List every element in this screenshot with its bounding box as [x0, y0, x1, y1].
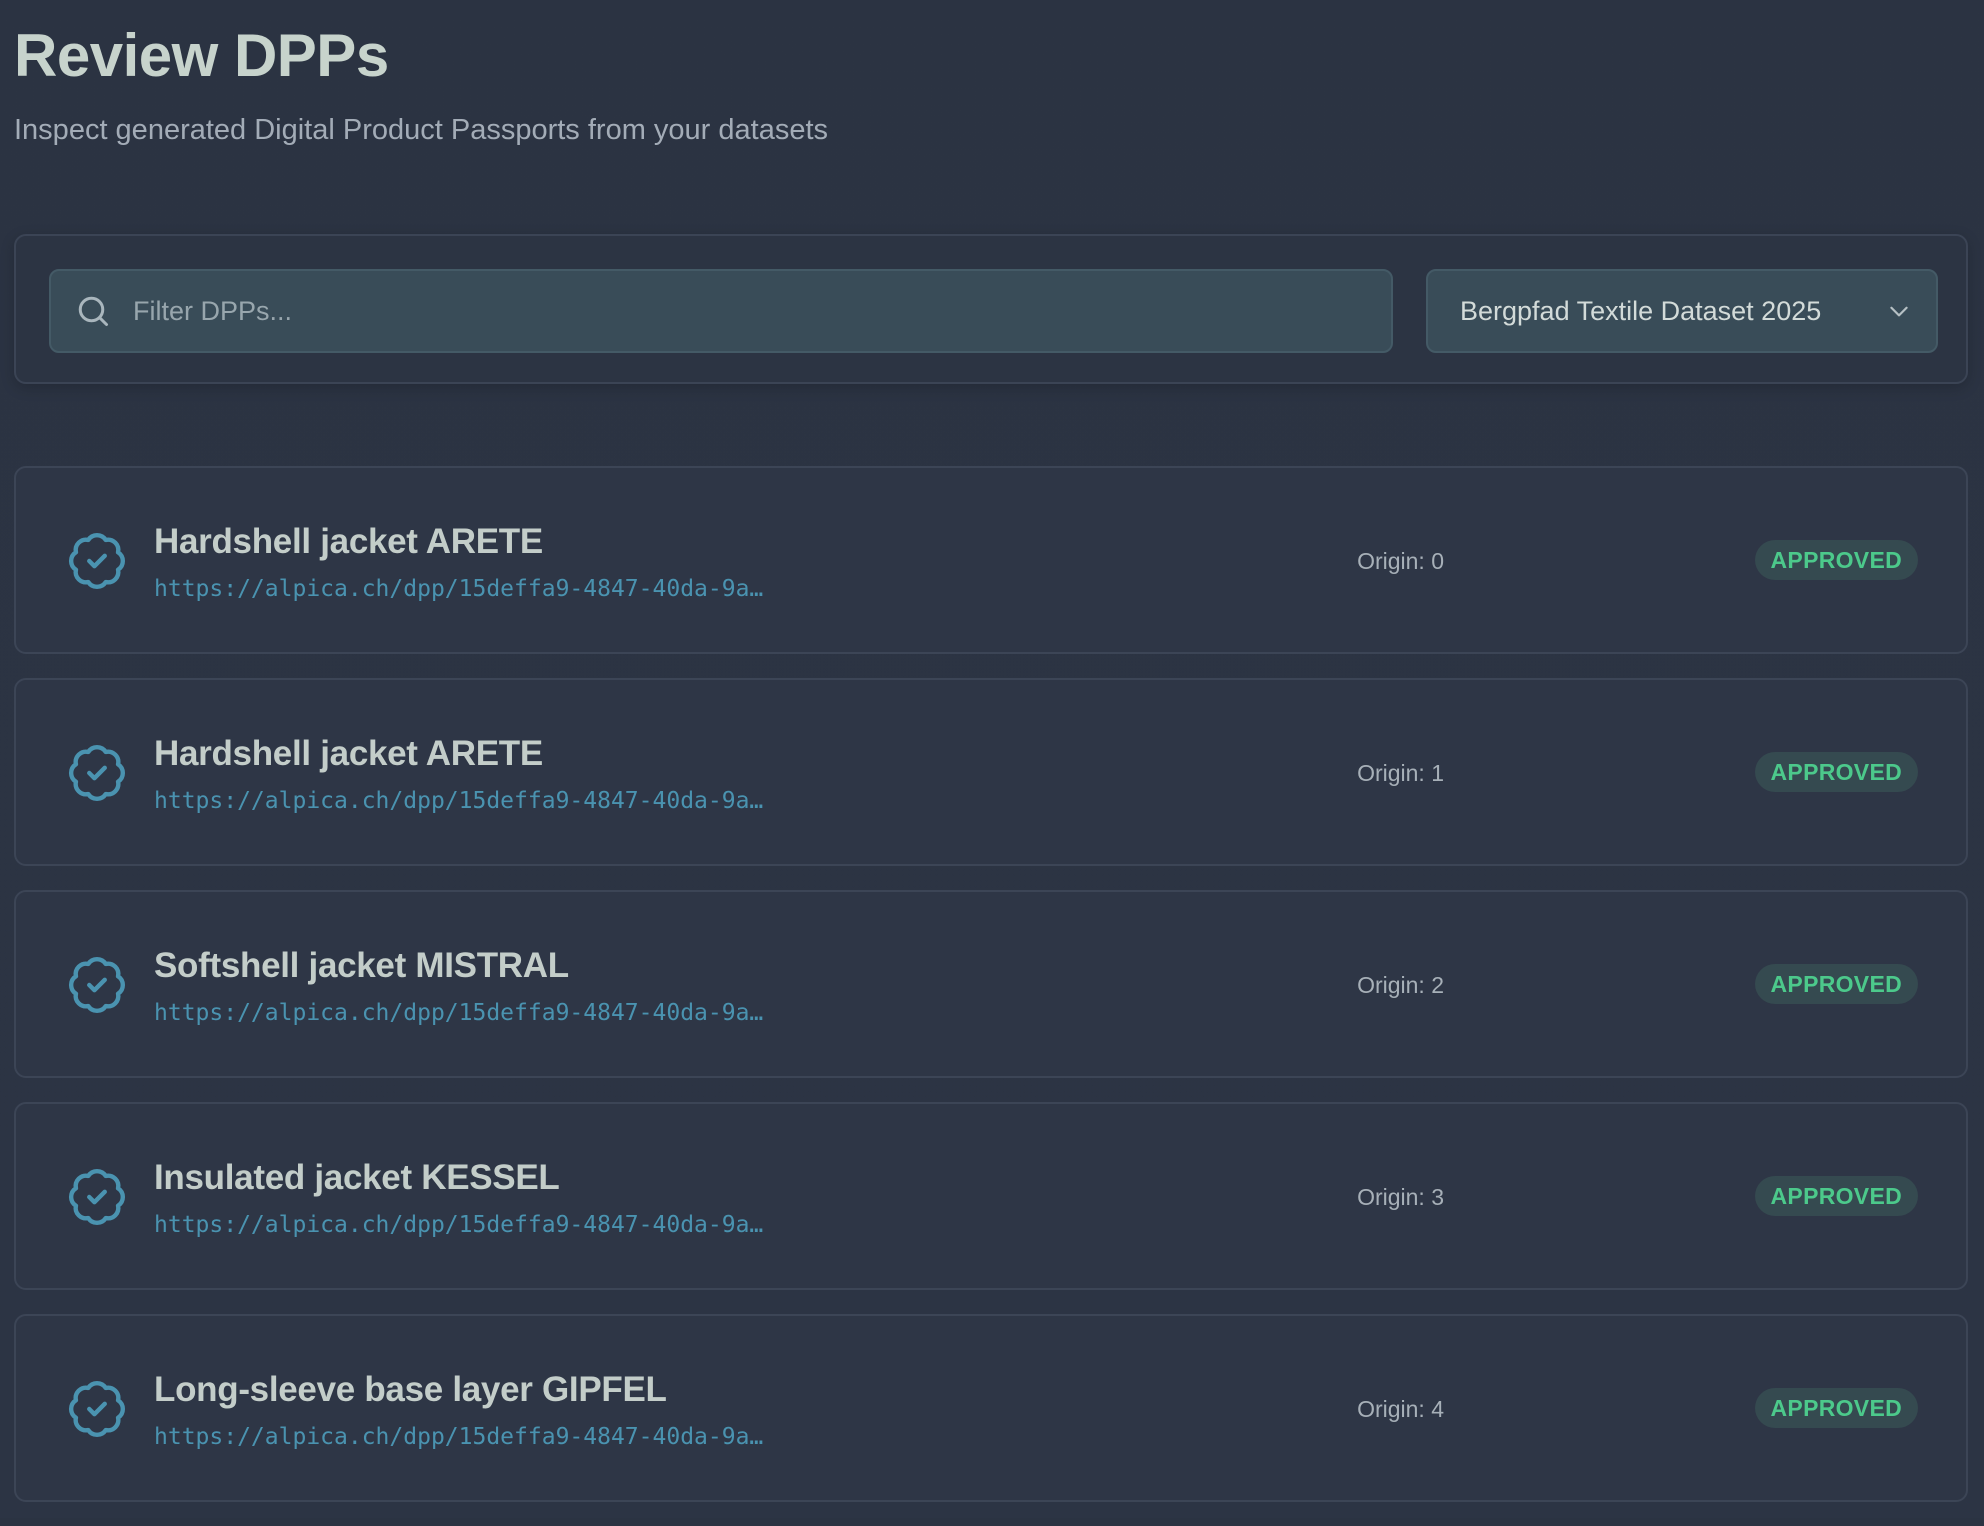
dpp-url-link[interactable]: https://alpica.ch/dpp/15deffa9-4847-40da… [154, 1210, 763, 1240]
dpp-origin: Origin: 4 [1357, 1396, 1444, 1422]
page-title: Review DPPs [14, 22, 389, 89]
badge-check-icon [68, 1381, 125, 1438]
badge-check-icon [68, 1169, 125, 1226]
dpp-origin: Origin: 0 [1357, 548, 1444, 574]
dpp-url-link[interactable]: https://alpica.ch/dpp/15deffa9-4847-40da… [154, 998, 763, 1028]
filter-bar: Bergpfad Textile Dataset 2025 [14, 234, 1968, 384]
dpp-url-link[interactable]: https://alpica.ch/dpp/15deffa9-4847-40da… [154, 1422, 763, 1452]
page-subtitle: Inspect generated Digital Product Passpo… [14, 114, 829, 146]
dpp-url-link[interactable]: https://alpica.ch/dpp/15deffa9-4847-40da… [154, 574, 763, 604]
dpp-list-item[interactable]: Hardshell jacket ARETE https://alpica.ch… [14, 466, 1968, 654]
dataset-select-value: Bergpfad Textile Dataset 2025 [1460, 295, 1822, 326]
dpp-list-item[interactable]: Hardshell jacket ARETE https://alpica.ch… [14, 678, 1968, 866]
dpp-title: Insulated jacket KESSEL [154, 1158, 560, 1197]
dpp-list-item[interactable]: Softshell jacket MISTRAL https://alpica.… [14, 890, 1968, 1078]
dpp-list-item[interactable]: Insulated jacket KESSEL https://alpica.c… [14, 1102, 1968, 1290]
status-badge: APPROVED [1754, 540, 1918, 580]
status-badge: APPROVED [1754, 1176, 1918, 1216]
dpp-origin: Origin: 1 [1357, 760, 1444, 786]
dpp-origin: Origin: 3 [1357, 1184, 1444, 1210]
status-badge: APPROVED [1754, 752, 1918, 792]
dpp-url-link[interactable]: https://alpica.ch/dpp/15deffa9-4847-40da… [154, 786, 763, 816]
dpp-origin: Origin: 2 [1357, 972, 1444, 998]
dpp-list: Hardshell jacket ARETE https://alpica.ch… [14, 466, 1970, 1526]
badge-check-icon [68, 533, 125, 590]
badge-check-icon [68, 745, 125, 802]
status-badge: APPROVED [1754, 1388, 1918, 1428]
search-box[interactable] [49, 269, 1393, 353]
dpp-title: Hardshell jacket ARETE [154, 734, 543, 773]
dpp-title: Long-sleeve base layer GIPFEL [154, 1370, 667, 1409]
search-icon [78, 296, 108, 326]
dpp-list-item[interactable]: Long-sleeve base layer GIPFEL https://al… [14, 1314, 1968, 1502]
dpp-title: Hardshell jacket ARETE [154, 522, 543, 561]
dpp-title: Softshell jacket MISTRAL [154, 946, 569, 985]
search-input[interactable] [131, 280, 1391, 342]
chevron-down-icon [1890, 306, 1908, 317]
status-badge: APPROVED [1754, 964, 1918, 1004]
badge-check-icon [68, 957, 125, 1014]
dataset-select[interactable]: Bergpfad Textile Dataset 2025 [1426, 269, 1938, 353]
